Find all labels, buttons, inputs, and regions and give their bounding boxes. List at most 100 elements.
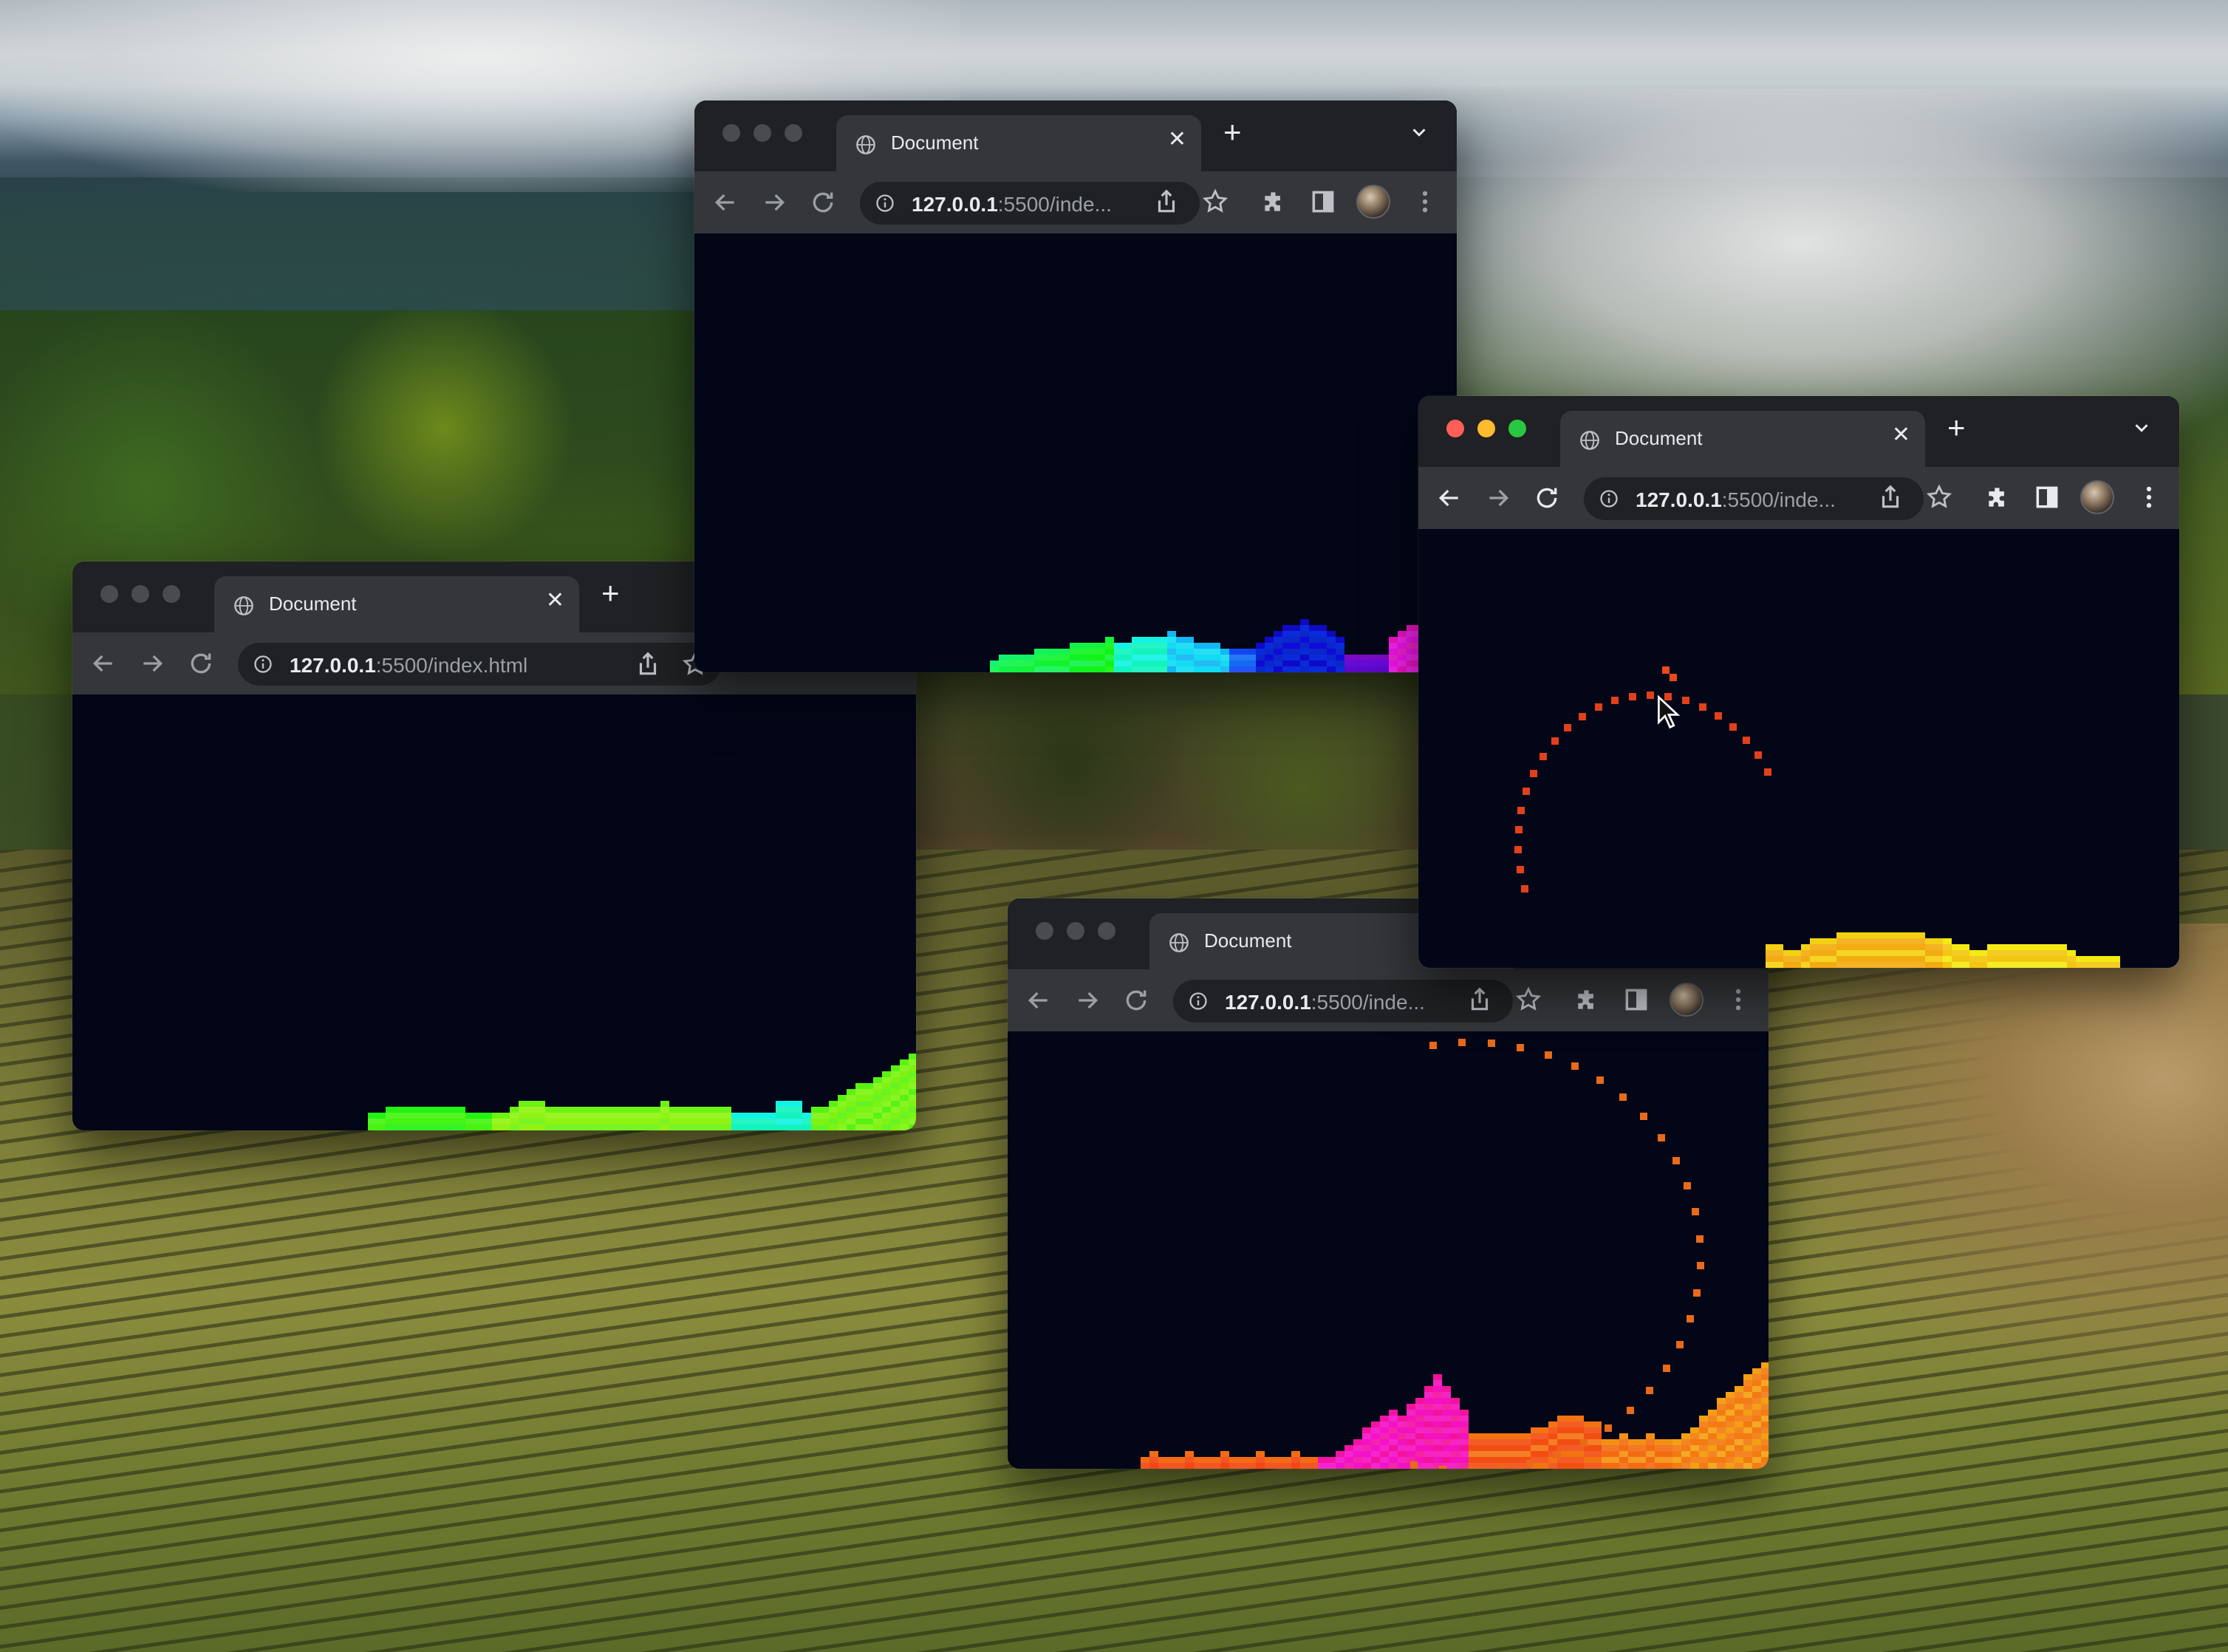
side-panel-icon[interactable]	[2033, 483, 2061, 511]
reload-icon[interactable]	[1532, 483, 1562, 513]
pixel	[1522, 1433, 1531, 1439]
back-icon[interactable]	[1024, 986, 1053, 1015]
address-bar[interactable]: 127.0.0.1:5500/inde...	[1584, 477, 1924, 520]
address-bar[interactable]: 127.0.0.1:5500/index.html	[238, 643, 721, 686]
info-icon[interactable]	[1188, 991, 1209, 1011]
pixel	[1513, 1463, 1522, 1469]
bookmark-star-icon[interactable]	[1925, 483, 1953, 511]
side-panel-icon[interactable]	[1622, 986, 1650, 1014]
close-window-button[interactable]	[100, 585, 118, 603]
share-icon[interactable]	[1876, 483, 1904, 511]
minimize-window-button[interactable]	[1067, 922, 1084, 940]
new-tab-icon[interactable]: +	[1223, 117, 1242, 148]
bookmark-star-icon[interactable]	[1514, 986, 1542, 1014]
tab-search-icon[interactable]	[2130, 417, 2153, 439]
address-bar[interactable]: 127.0.0.1:5500/inde...	[860, 182, 1200, 225]
pixel	[1575, 1416, 1584, 1421]
page-canvas[interactable]	[694, 233, 1457, 672]
zoom-window-button[interactable]	[1098, 922, 1115, 940]
page-canvas[interactable]	[72, 694, 916, 1130]
zoom-window-button[interactable]	[785, 124, 802, 142]
pixel	[1717, 1416, 1726, 1421]
page-canvas[interactable]	[1418, 529, 2179, 968]
forward-icon[interactable]	[137, 649, 167, 678]
avatar[interactable]	[1670, 983, 1704, 1017]
close-icon[interactable]: ✕	[1892, 424, 1910, 446]
pixel	[891, 1095, 900, 1101]
pixel	[1043, 661, 1052, 666]
page-canvas[interactable]	[1008, 1031, 1769, 1469]
share-icon[interactable]	[634, 650, 662, 678]
reload-icon[interactable]	[808, 188, 838, 217]
new-tab-icon[interactable]: +	[1947, 412, 1966, 443]
pixel	[1149, 1463, 1158, 1469]
pixel	[1517, 866, 1524, 873]
reload-icon[interactable]	[186, 649, 216, 678]
extensions-icon[interactable]	[1984, 483, 2012, 511]
pixel	[1752, 1427, 1761, 1433]
pixel	[1158, 1457, 1167, 1463]
close-icon[interactable]: ✕	[1168, 129, 1186, 151]
forward-icon[interactable]	[1483, 483, 1513, 513]
pixel	[527, 1119, 536, 1124]
close-window-button[interactable]	[722, 124, 740, 142]
pixel	[1699, 1421, 1708, 1427]
extensions-icon[interactable]	[1573, 986, 1602, 1014]
tab-document[interactable]: Document ✕	[836, 115, 1201, 171]
new-tab-icon[interactable]: +	[601, 578, 620, 609]
back-icon[interactable]	[711, 188, 740, 217]
pixel	[722, 1107, 731, 1113]
address-bar[interactable]: 127.0.0.1:5500/inde...	[1173, 980, 1513, 1023]
pixel	[2040, 962, 2049, 968]
close-window-button[interactable]	[1036, 922, 1053, 940]
extensions-icon[interactable]	[1260, 188, 1288, 216]
minimize-window-button[interactable]	[754, 124, 771, 142]
browser-window-top[interactable]: Document ✕ + 127.0.0.1:5500/inde...	[694, 100, 1457, 672]
side-panel-icon[interactable]	[1309, 188, 1337, 216]
more-icon[interactable]	[2135, 483, 2163, 511]
minimize-window-button[interactable]	[131, 585, 149, 603]
pixel	[1460, 1457, 1469, 1463]
pixel	[1836, 938, 1845, 944]
info-icon[interactable]	[1599, 488, 1619, 509]
browser-window-right[interactable]: Document ✕ + 127.0.0.1:5500/inde...	[1418, 396, 2179, 968]
url-host: 127.0.0.1	[1225, 991, 1311, 1014]
pixel	[1220, 1451, 1229, 1457]
forward-icon[interactable]	[1073, 986, 1102, 1015]
avatar[interactable]	[2080, 480, 2114, 514]
more-icon[interactable]	[1411, 188, 1439, 216]
avatar[interactable]	[1356, 185, 1390, 219]
pixel	[873, 1124, 882, 1130]
zoom-window-button[interactable]	[1508, 420, 1526, 437]
info-icon[interactable]	[253, 654, 273, 675]
browser-window-bottom[interactable]: Document ✕ 127.0.0.1:5500/inde...	[1008, 898, 1769, 1469]
share-icon[interactable]	[1466, 986, 1494, 1014]
share-icon[interactable]	[1152, 188, 1180, 216]
minimize-window-button[interactable]	[1477, 420, 1495, 437]
pixel	[1424, 1416, 1433, 1421]
back-icon[interactable]	[89, 649, 118, 678]
back-icon[interactable]	[1435, 483, 1464, 513]
pixel	[820, 1107, 829, 1113]
pixel	[1371, 1439, 1380, 1445]
close-icon[interactable]: ✕	[546, 590, 564, 612]
close-window-button[interactable]	[1446, 420, 1464, 437]
pixel	[1105, 643, 1114, 649]
pixel	[1637, 1457, 1646, 1463]
pixel	[1810, 956, 1819, 962]
bookmark-star-icon[interactable]	[1201, 188, 1229, 216]
pixel	[1646, 1451, 1655, 1457]
pixel	[1407, 1404, 1415, 1410]
pixel	[519, 1124, 527, 1130]
pixel	[1256, 666, 1265, 672]
info-icon[interactable]	[875, 193, 895, 214]
tab-document[interactable]: Document ✕	[214, 576, 579, 632]
tab-search-icon[interactable]	[1408, 121, 1430, 143]
tab-document[interactable]: Document ✕	[1560, 411, 1925, 467]
zoom-window-button[interactable]	[163, 585, 180, 603]
pixel	[1477, 1463, 1486, 1469]
reload-icon[interactable]	[1121, 986, 1151, 1015]
forward-icon[interactable]	[759, 188, 789, 217]
pixel	[1327, 655, 1336, 661]
more-icon[interactable]	[1724, 986, 1752, 1014]
